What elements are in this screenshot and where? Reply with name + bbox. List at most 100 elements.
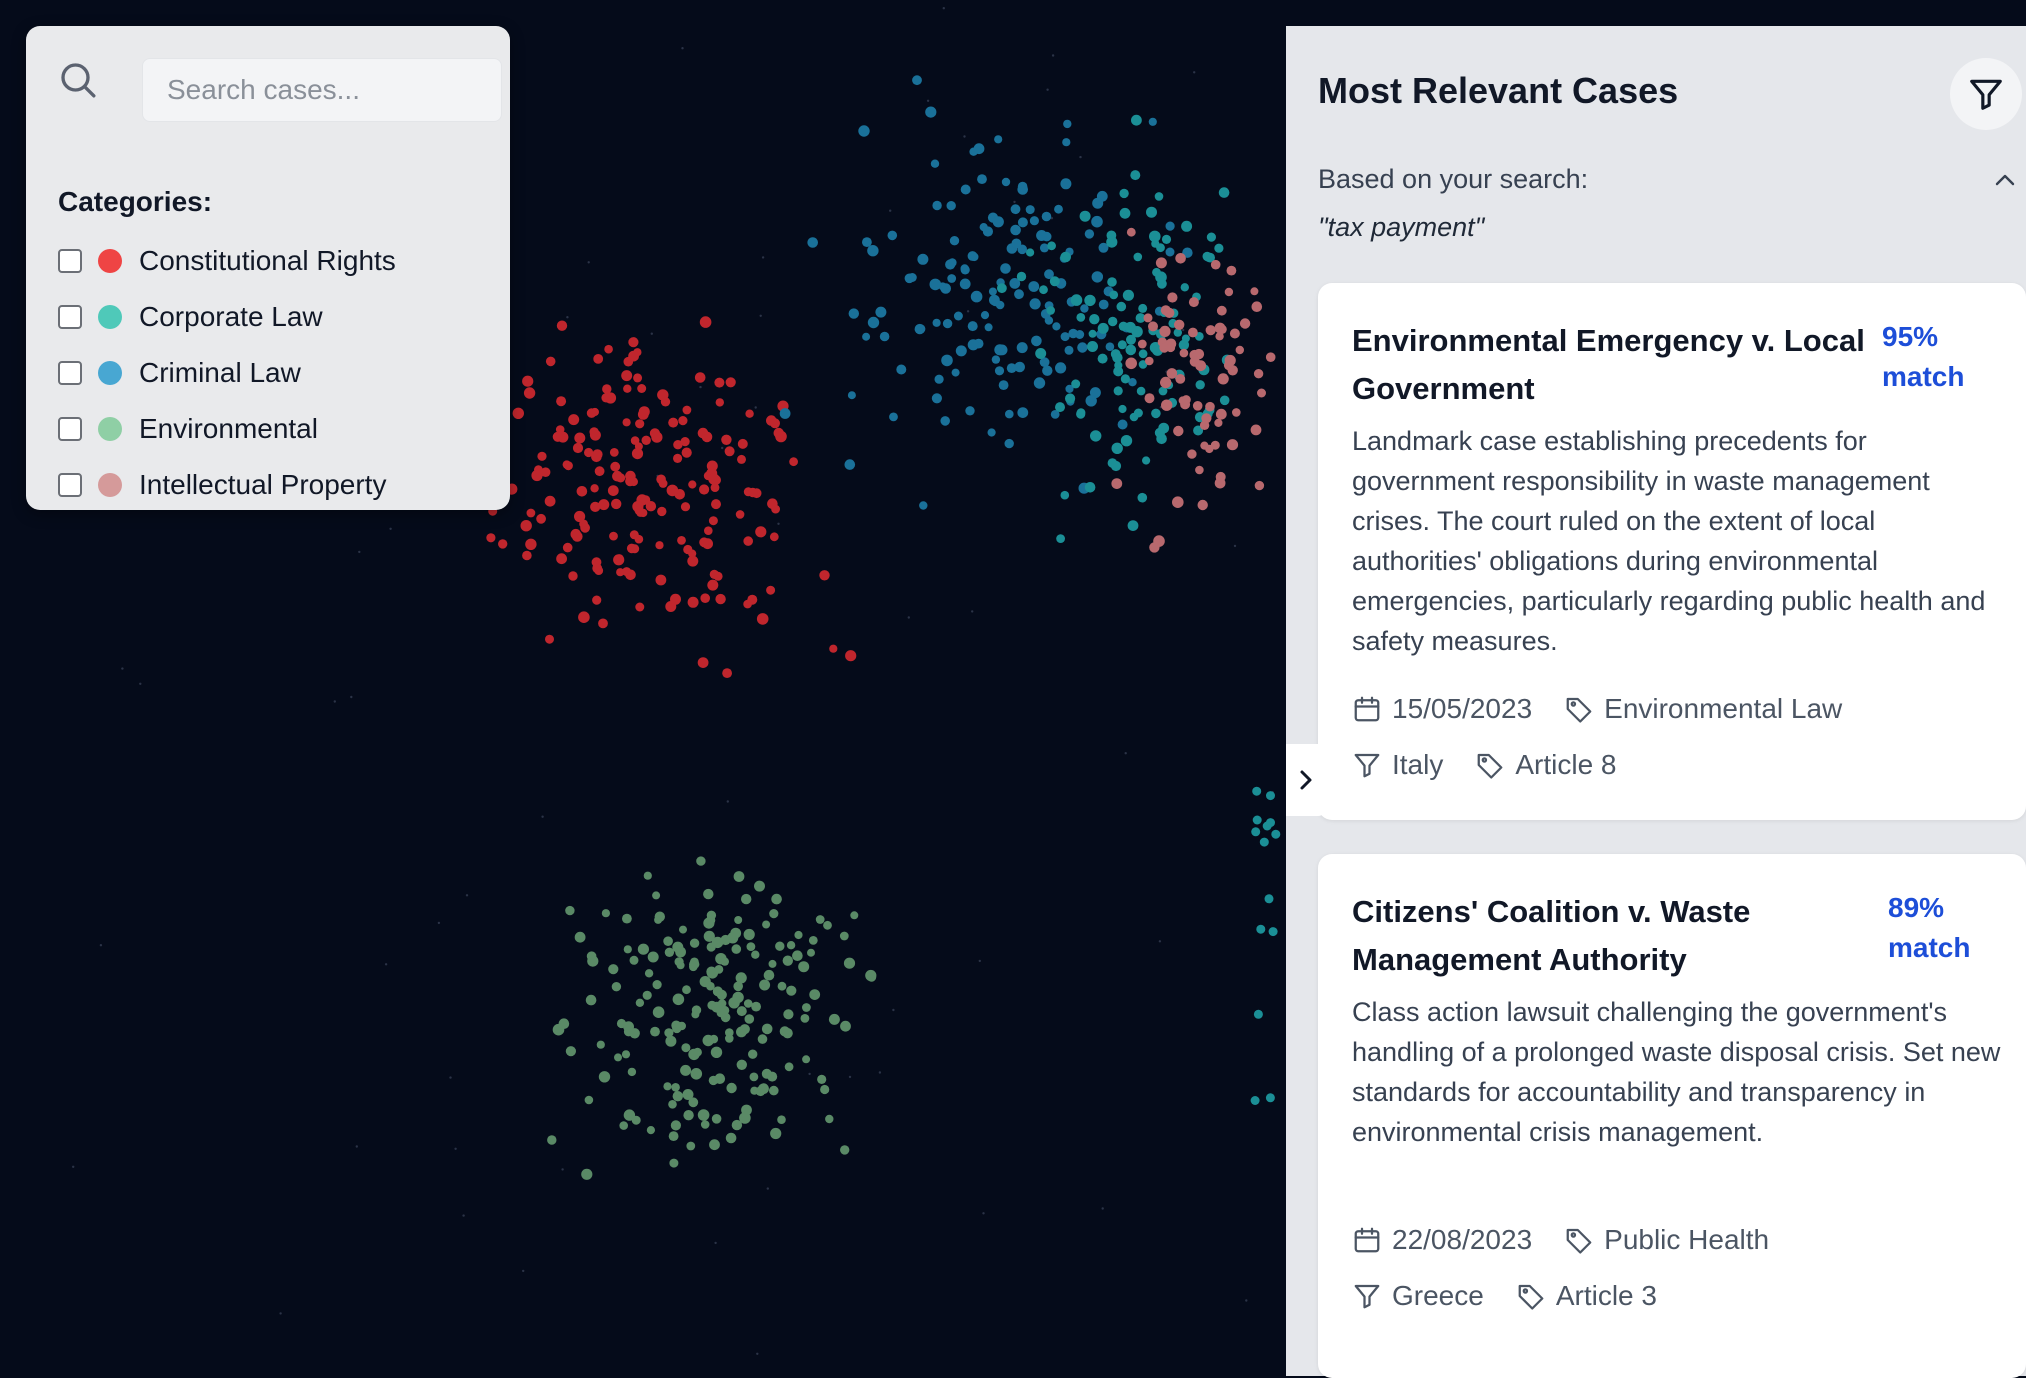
case-point-constitutional[interactable] bbox=[666, 484, 679, 497]
case-point-constitutional[interactable] bbox=[594, 566, 604, 575]
case-point-constitutional[interactable] bbox=[594, 466, 605, 477]
case-point-intellectual[interactable] bbox=[1205, 325, 1216, 336]
case-point-intellectual[interactable] bbox=[1201, 413, 1212, 424]
case-point-criminal[interactable] bbox=[1105, 342, 1115, 352]
case-point-intellectual[interactable] bbox=[1210, 259, 1221, 270]
case-point-environmental[interactable] bbox=[652, 891, 661, 900]
case-point-environmental[interactable] bbox=[736, 1006, 747, 1017]
case-point-corporate[interactable] bbox=[1111, 442, 1123, 454]
case-point-environmental[interactable] bbox=[823, 920, 832, 930]
case-point-environmental[interactable] bbox=[619, 1121, 628, 1130]
case-point-environmental[interactable] bbox=[668, 1131, 679, 1141]
case-title[interactable]: Citizens' Coalition v. Waste Management … bbox=[1352, 888, 1882, 984]
case-point-environmental[interactable] bbox=[815, 915, 825, 924]
case-point-intellectual[interactable] bbox=[1192, 401, 1203, 411]
case-point-environmental[interactable] bbox=[705, 915, 716, 925]
case-point-corporate[interactable] bbox=[1219, 395, 1230, 406]
case-point-corporate[interactable] bbox=[1180, 283, 1190, 292]
case-point-criminal[interactable] bbox=[1148, 117, 1157, 126]
case-point-constitutional[interactable] bbox=[699, 316, 712, 328]
case-point-criminal[interactable] bbox=[887, 230, 898, 241]
case-point-corporate[interactable] bbox=[1214, 243, 1224, 253]
case-point-corporate[interactable] bbox=[1107, 277, 1117, 287]
case-point-criminal[interactable] bbox=[946, 201, 956, 211]
case-point-environmental[interactable] bbox=[680, 1064, 692, 1076]
case-point-environmental[interactable] bbox=[690, 1068, 703, 1080]
case-point-criminal[interactable] bbox=[940, 283, 951, 294]
case-point-environmental[interactable] bbox=[614, 1053, 622, 1062]
case-point-constitutional[interactable] bbox=[545, 634, 554, 644]
case-point-environmental[interactable] bbox=[552, 1023, 565, 1036]
case-point-intellectual[interactable] bbox=[1265, 352, 1276, 363]
case-point-corporate[interactable] bbox=[1130, 170, 1141, 181]
case-point-environmental[interactable] bbox=[668, 1100, 677, 1109]
case-point-corporate[interactable] bbox=[1252, 815, 1262, 825]
case-point-corporate[interactable] bbox=[1133, 252, 1143, 262]
case-point-criminal[interactable] bbox=[1084, 229, 1095, 239]
case-point-environmental[interactable] bbox=[621, 1050, 631, 1059]
case-point-criminal[interactable] bbox=[965, 406, 975, 416]
case-point-environmental[interactable] bbox=[726, 1082, 737, 1094]
case-point-criminal[interactable] bbox=[858, 125, 870, 137]
case-point-environmental[interactable] bbox=[850, 911, 859, 920]
case-point-intellectual[interactable] bbox=[1111, 478, 1123, 489]
case-point-environmental[interactable] bbox=[725, 1132, 737, 1144]
case-point-environmental[interactable] bbox=[598, 1071, 611, 1083]
case-point-corporate[interactable] bbox=[1026, 248, 1035, 257]
case-point-criminal[interactable] bbox=[1064, 345, 1074, 355]
case-point-environmental[interactable] bbox=[574, 931, 586, 943]
case-point-corporate[interactable] bbox=[1181, 220, 1193, 232]
case-point-corporate[interactable] bbox=[1120, 374, 1130, 384]
case-point-environmental[interactable] bbox=[775, 941, 785, 951]
case-point-corporate[interactable] bbox=[1070, 294, 1083, 306]
case-point-environmental[interactable] bbox=[675, 946, 686, 958]
case-point-corporate[interactable] bbox=[1076, 313, 1086, 322]
case-point-environmental[interactable] bbox=[699, 976, 711, 988]
case-point-constitutional[interactable] bbox=[512, 407, 524, 419]
case-point-intellectual[interactable] bbox=[1250, 287, 1259, 296]
case-point-constitutional[interactable] bbox=[657, 506, 667, 517]
case-point-constitutional[interactable] bbox=[498, 539, 508, 549]
case-point-criminal[interactable] bbox=[912, 75, 922, 86]
case-point-constitutional[interactable] bbox=[522, 550, 532, 561]
case-point-constitutional[interactable] bbox=[604, 344, 613, 354]
case-point-constitutional[interactable] bbox=[572, 442, 584, 454]
case-point-corporate[interactable] bbox=[1131, 326, 1143, 338]
case-point-criminal[interactable] bbox=[1060, 332, 1070, 342]
case-point-intellectual[interactable] bbox=[1173, 425, 1184, 437]
case-point-constitutional[interactable] bbox=[789, 457, 798, 467]
case-point-environmental[interactable] bbox=[700, 1120, 710, 1129]
case-point-constitutional[interactable] bbox=[523, 387, 536, 399]
case-point-criminal[interactable] bbox=[1010, 204, 1021, 215]
case-point-environmental[interactable] bbox=[736, 1059, 747, 1071]
case-point-constitutional[interactable] bbox=[590, 407, 600, 417]
case-point-corporate[interactable] bbox=[1071, 379, 1081, 389]
case-point-criminal[interactable] bbox=[947, 274, 957, 283]
case-point-corporate[interactable] bbox=[1097, 353, 1108, 364]
case-point-environmental[interactable] bbox=[770, 1127, 782, 1140]
case-point-criminal[interactable] bbox=[992, 216, 1004, 228]
case-point-constitutional[interactable] bbox=[688, 480, 697, 489]
case-point-intellectual[interactable] bbox=[1226, 265, 1237, 276]
category-checkbox[interactable] bbox=[58, 473, 82, 497]
case-point-constitutional[interactable] bbox=[743, 599, 752, 609]
case-point-environmental[interactable] bbox=[777, 1115, 786, 1124]
case-point-criminal[interactable] bbox=[979, 223, 988, 232]
case-point-constitutional[interactable] bbox=[677, 536, 686, 545]
case-point-constitutional[interactable] bbox=[562, 460, 571, 469]
case-point-environmental[interactable] bbox=[794, 930, 803, 940]
case-point-constitutional[interactable] bbox=[707, 579, 719, 591]
case-point-corporate[interactable] bbox=[1035, 348, 1047, 359]
case-point-criminal[interactable] bbox=[1036, 230, 1048, 241]
case-point-constitutional[interactable] bbox=[635, 419, 645, 429]
case-point-environmental[interactable] bbox=[601, 909, 611, 918]
case-point-constitutional[interactable] bbox=[748, 487, 758, 498]
case-point-criminal[interactable] bbox=[779, 408, 791, 419]
case-title[interactable]: Environmental Emergency v. Local Governm… bbox=[1352, 317, 1882, 413]
case-point-corporate[interactable] bbox=[1056, 534, 1065, 543]
case-point-criminal[interactable] bbox=[1095, 272, 1103, 281]
case-point-criminal[interactable] bbox=[942, 318, 953, 329]
case-point-criminal[interactable] bbox=[875, 306, 887, 318]
case-point-criminal[interactable] bbox=[953, 311, 963, 321]
case-point-environmental[interactable] bbox=[746, 942, 756, 951]
